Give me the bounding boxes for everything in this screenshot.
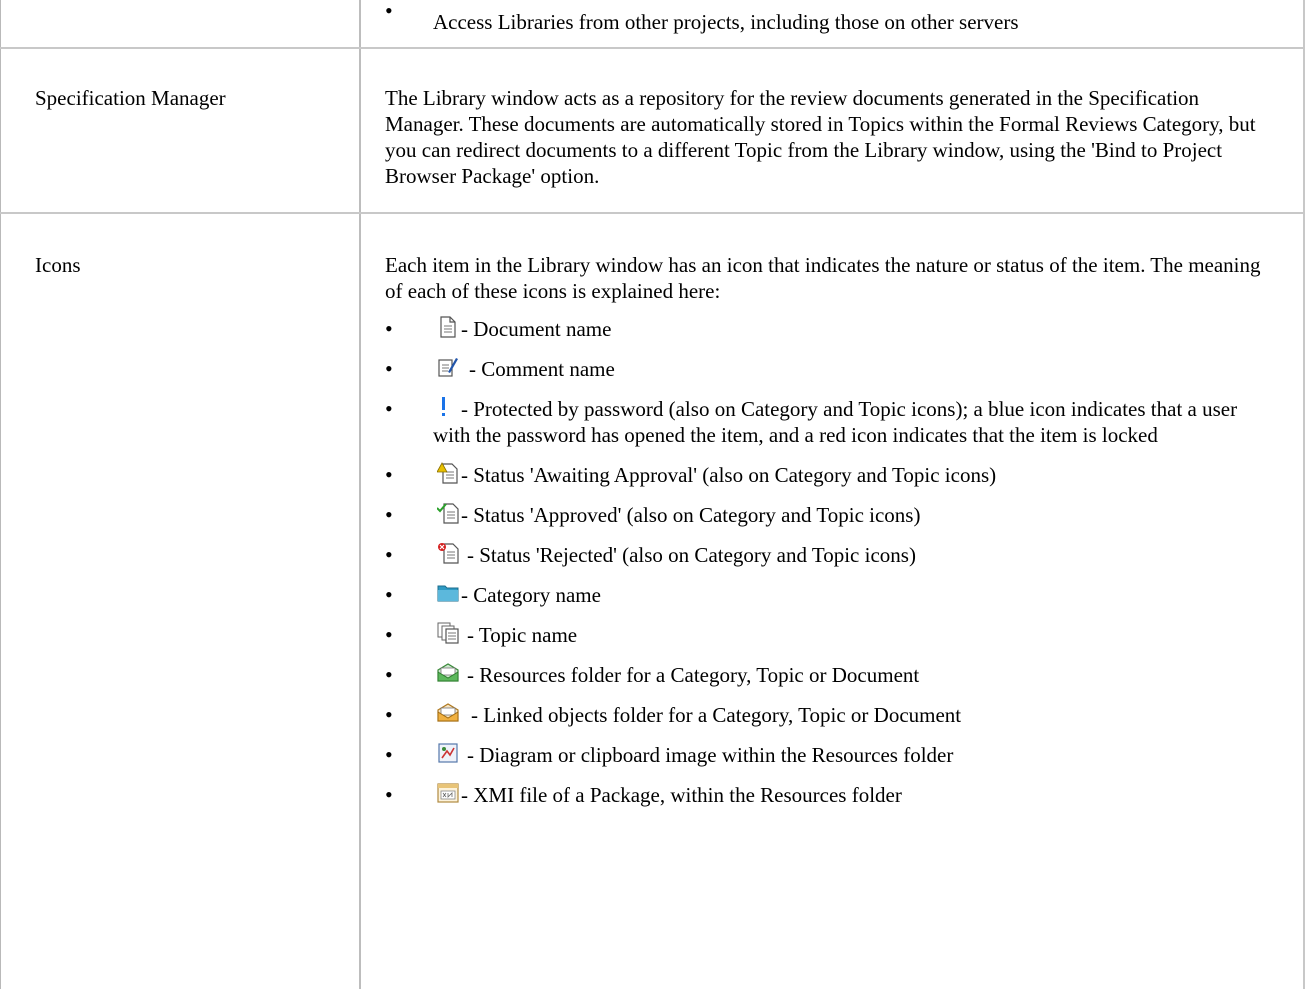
list-item: - Protected by password (also on Categor… [385, 396, 1263, 448]
resources-folder-icon [437, 662, 459, 684]
list-item: - Topic name [385, 622, 1263, 648]
approved-icon [437, 502, 459, 524]
row-label: Icons [35, 253, 81, 277]
list-item: Access Libraries from other projects, in… [385, 0, 1263, 35]
row-label [1, 0, 359, 29]
feature-table: Access Libraries from other projects, in… [0, 0, 1305, 989]
icon-legend-list: - Document name - Comment name - Protect… [385, 316, 1263, 808]
list-item: - Document name [385, 316, 1263, 342]
xmi-file-icon [437, 782, 459, 804]
list-item: - Category name [385, 582, 1263, 608]
row-label: Specification Manager [35, 86, 226, 110]
row-label-cell [0, 0, 361, 49]
table-row: Specification Manager The Library window… [0, 48, 1305, 214]
table-row: Icons Each item in the Library window ha… [0, 213, 1305, 989]
list-item: - Status 'Awaiting Approval' (also on Ca… [385, 462, 1263, 488]
exclamation-icon [437, 396, 459, 418]
row-description: Each item in the Library window has an i… [385, 253, 1261, 303]
row-description-cell: Each item in the Library window has an i… [360, 213, 1305, 989]
row-description-cell: Access Libraries from other projects, in… [360, 0, 1305, 49]
list-item: - Diagram or clipboard image within the … [385, 742, 1263, 768]
list-item: - XMI file of a Package, within the Reso… [385, 782, 1263, 808]
document-page: Access Libraries from other projects, in… [0, 0, 1305, 989]
list-item: - Comment name [385, 356, 1263, 382]
comment-icon [437, 356, 459, 378]
topic-icon [437, 622, 459, 644]
list-item: - Resources folder for a Category, Topic… [385, 662, 1263, 688]
row-label-cell: Specification Manager [0, 48, 361, 214]
rejected-icon [437, 542, 459, 564]
row-label-cell: Icons [0, 213, 361, 989]
awaiting-approval-icon [437, 462, 459, 484]
list-item: - Linked objects folder for a Category, … [385, 702, 1263, 728]
linked-objects-folder-icon [437, 702, 459, 724]
category-folder-icon [437, 582, 459, 604]
list-item: - Status 'Approved' (also on Category an… [385, 502, 1263, 528]
list-item: - Status 'Rejected' (also on Category an… [385, 542, 1263, 568]
document-icon [437, 316, 459, 338]
row-description: The Library window acts as a repository … [385, 86, 1256, 188]
table-row: Access Libraries from other projects, in… [0, 0, 1305, 49]
diagram-image-icon [437, 742, 459, 764]
row-description-cell: The Library window acts as a repository … [360, 48, 1305, 214]
